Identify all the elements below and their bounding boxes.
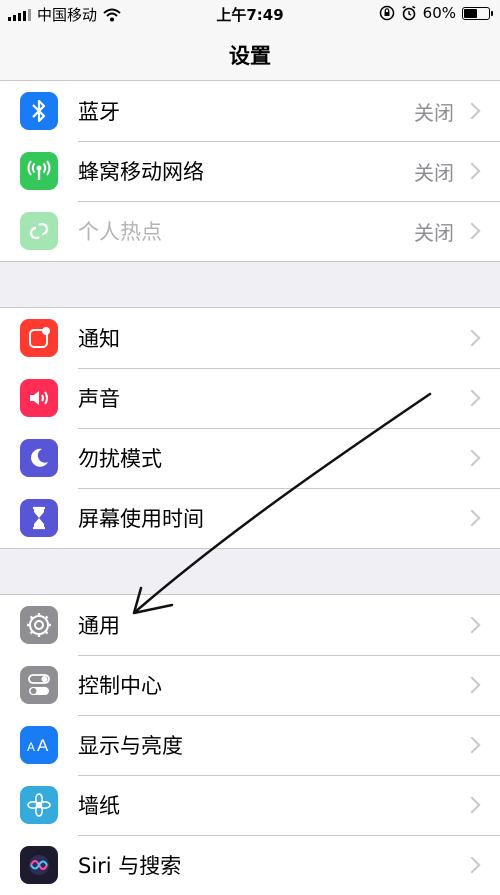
chevron-right-icon xyxy=(463,222,481,240)
row-value: 关闭 xyxy=(414,100,454,125)
settings-row-siri-search[interactable]: Siri 与搜索 xyxy=(0,835,500,895)
settings-row-control-center[interactable]: 控制中心 xyxy=(0,655,500,715)
chevron-right-icon xyxy=(463,736,481,754)
siri-icon xyxy=(20,846,58,884)
bluetooth-icon xyxy=(20,92,58,130)
chevron-right-icon xyxy=(463,509,481,527)
chevron-right-icon xyxy=(463,616,481,634)
row-label: 个人热点 xyxy=(78,220,162,244)
hotspot-icon xyxy=(20,212,58,250)
row-label: 显示与亮度 xyxy=(78,734,183,758)
row-label: 通知 xyxy=(78,327,120,351)
battery-icon xyxy=(462,6,493,20)
settings-row-hotspot[interactable]: 个人热点 关闭 xyxy=(0,201,500,261)
settings-row-sound[interactable]: 声音 xyxy=(0,368,500,428)
battery-percent: 60% xyxy=(422,4,456,22)
notifications-icon xyxy=(20,319,58,357)
settings-row-general[interactable]: 通用 xyxy=(0,595,500,655)
row-label: 控制中心 xyxy=(78,674,162,698)
settings-row-do-not-disturb[interactable]: 勿扰模式 xyxy=(0,428,500,488)
svg-text:A: A xyxy=(37,736,49,755)
svg-text:A: A xyxy=(27,740,35,754)
navigation-bar: 设置 xyxy=(0,28,500,86)
row-value: 关闭 xyxy=(414,160,454,185)
page-title: 设置 xyxy=(229,44,271,68)
moon-icon xyxy=(20,439,58,477)
display-icon: A A xyxy=(20,726,58,764)
general-group: 通用 控制中心 A A 显示与亮度 墙纸 Siri 与搜索 xyxy=(0,594,500,895)
wallpaper-flower-icon xyxy=(20,786,58,824)
chevron-right-icon xyxy=(463,329,481,347)
cellular-icon xyxy=(20,152,58,190)
orientation-lock-icon xyxy=(379,5,394,21)
status-bar: 中国移动 上午7:49 60% xyxy=(0,0,500,28)
settings-row-wallpaper[interactable]: 墙纸 xyxy=(0,775,500,835)
row-label: 蜂窝移动网络 xyxy=(78,160,204,184)
settings-row-cellular[interactable]: 蜂窝移动网络 关闭 xyxy=(0,141,500,201)
notifications-group: 通知 声音 勿扰模式 屏幕使用时间 xyxy=(0,307,500,549)
chevron-right-icon xyxy=(463,796,481,814)
chevron-right-icon xyxy=(463,449,481,467)
chevron-right-icon xyxy=(463,162,481,180)
row-label: 蓝牙 xyxy=(78,100,120,124)
alarm-icon xyxy=(402,5,416,21)
hourglass-icon xyxy=(20,499,58,537)
chevron-right-icon xyxy=(463,102,481,120)
toggles-icon xyxy=(20,666,58,704)
settings-row-bluetooth[interactable]: 蓝牙 关闭 xyxy=(0,81,500,141)
row-label: 墙纸 xyxy=(78,794,120,818)
settings-row-display-brightness[interactable]: A A 显示与亮度 xyxy=(0,715,500,775)
row-label: 通用 xyxy=(78,614,120,638)
sound-icon xyxy=(20,379,58,417)
row-label: 勿扰模式 xyxy=(78,447,162,471)
row-label: 屏幕使用时间 xyxy=(78,507,204,531)
connectivity-group: 蓝牙 关闭 蜂窝移动网络 关闭 个人热点 关闭 xyxy=(0,80,500,262)
settings-row-notifications[interactable]: 通知 xyxy=(0,308,500,368)
chevron-right-icon xyxy=(463,389,481,407)
row-value: 关闭 xyxy=(414,220,454,245)
settings-row-screen-time[interactable]: 屏幕使用时间 xyxy=(0,488,500,548)
chevron-right-icon xyxy=(463,676,481,694)
row-label: Siri 与搜索 xyxy=(78,854,182,878)
gear-icon xyxy=(20,606,58,644)
row-label: 声音 xyxy=(78,387,120,411)
chevron-right-icon xyxy=(463,856,481,874)
